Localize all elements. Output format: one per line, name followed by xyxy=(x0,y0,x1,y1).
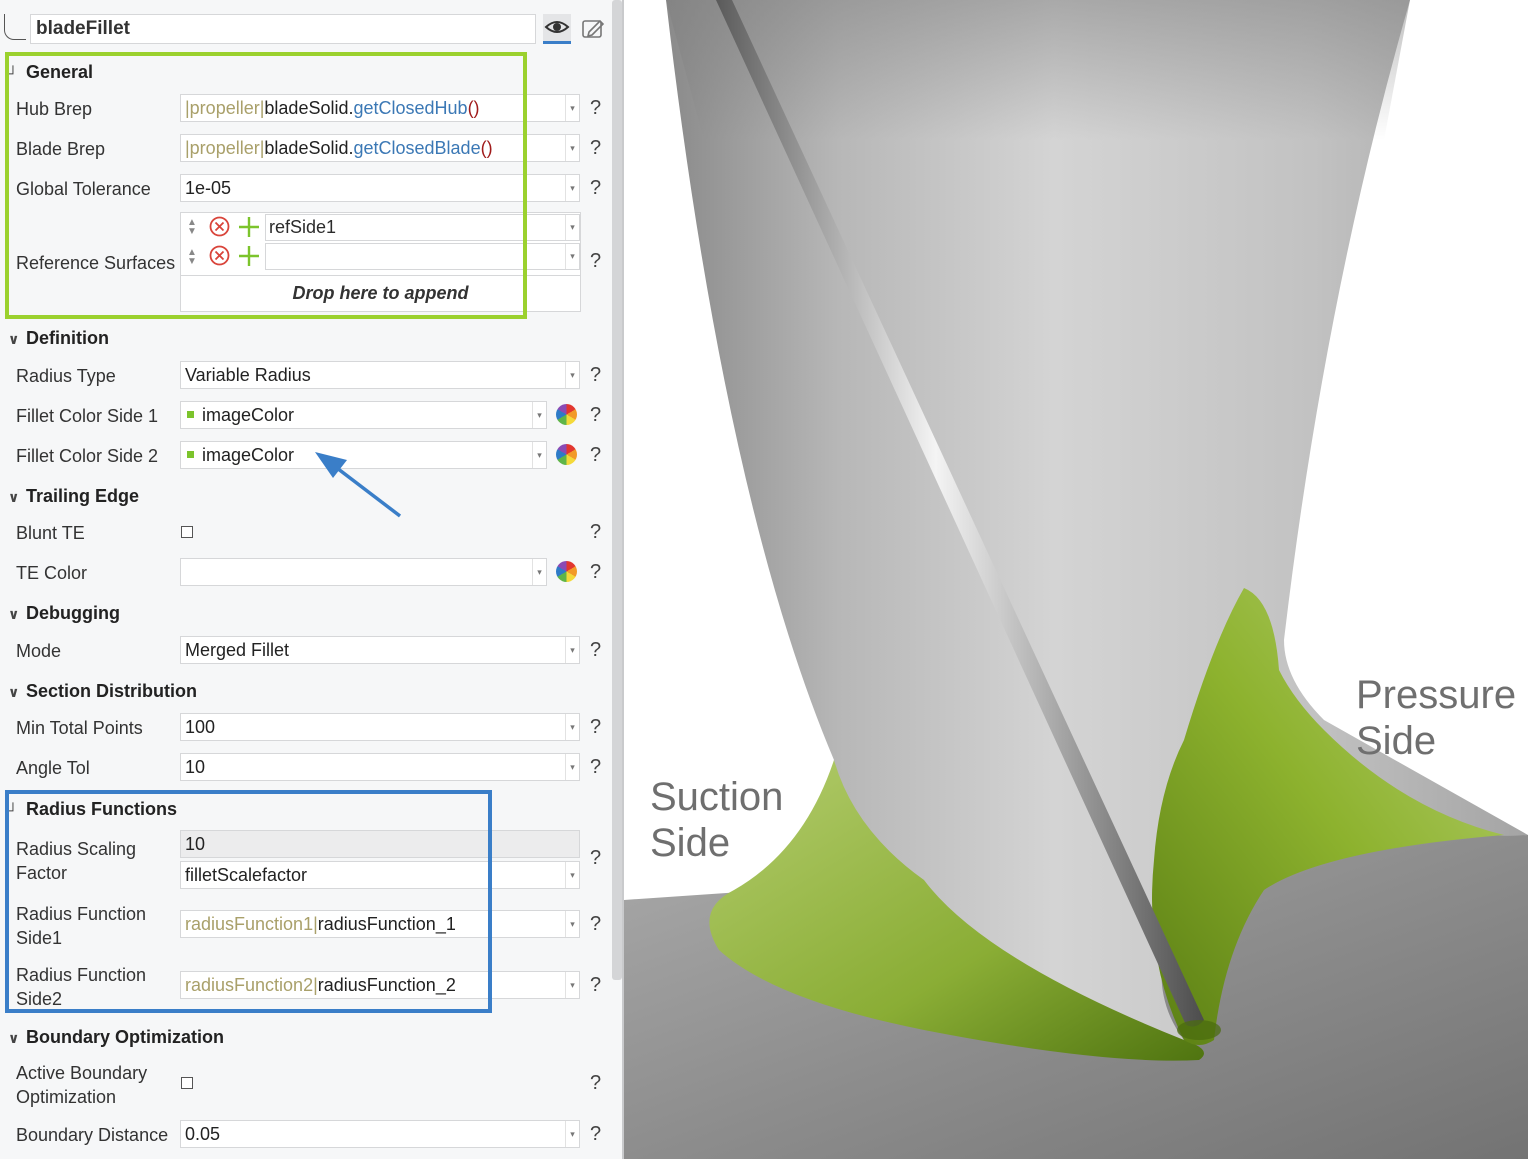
dropdown-arrow-icon[interactable]: ▾ xyxy=(565,175,579,201)
general-highlight-box xyxy=(5,52,527,319)
section-header-debugging[interactable]: ∨ Debugging xyxy=(8,601,120,626)
dropdown-arrow-icon[interactable]: ▾ xyxy=(565,637,579,663)
help-icon[interactable]: ? xyxy=(590,443,601,467)
radius-functions-highlight-box xyxy=(5,790,492,1013)
color-swatch xyxy=(187,411,194,419)
chevron-down-icon: ∨ xyxy=(8,331,20,347)
eye-icon[interactable] xyxy=(543,14,571,44)
active-boundary-optimization-label: Active Boundary Optimization xyxy=(16,1063,148,1107)
color-wheel-icon[interactable] xyxy=(556,404,577,425)
dropdown-arrow-icon[interactable]: ▾ xyxy=(565,754,579,780)
color-wheel-icon[interactable] xyxy=(556,561,577,582)
object-name: bladeFillet xyxy=(36,18,130,39)
section-header-definition[interactable]: ∨ Definition xyxy=(8,326,109,351)
color-swatch xyxy=(187,451,194,459)
suction-side-annotation: Suction Side xyxy=(650,775,784,865)
min-total-points-label: Min Total Points xyxy=(16,718,143,738)
help-icon[interactable]: ? xyxy=(590,520,601,544)
angle-tol-label: Angle Tol xyxy=(16,758,90,778)
pressure-side-annotation: Pressure Side xyxy=(1356,673,1517,763)
dropdown-arrow-icon[interactable]: ▾ xyxy=(565,862,579,888)
dropdown-arrow-icon[interactable]: ▾ xyxy=(532,559,546,585)
help-icon[interactable]: ? xyxy=(590,755,601,779)
dropdown-arrow-icon[interactable]: ▾ xyxy=(565,215,579,240)
help-icon[interactable]: ? xyxy=(590,403,601,427)
property-panel: bladeFillet ┘ General Hub Brep |propeller… xyxy=(0,0,622,1159)
chevron-down-icon: ∨ xyxy=(8,1030,20,1046)
section-header-trailing-edge[interactable]: ∨ Trailing Edge xyxy=(8,484,139,509)
help-icon[interactable]: ? xyxy=(590,363,601,387)
edit-icon[interactable] xyxy=(580,16,606,42)
help-icon[interactable]: ? xyxy=(590,715,601,739)
dropdown-arrow-icon[interactable]: ▾ xyxy=(565,362,579,388)
blunt-te-label: Blunt TE xyxy=(16,523,85,543)
dropdown-arrow-icon[interactable]: ▾ xyxy=(565,135,579,161)
boundary-distance-field[interactable]: 0.05 ▾ xyxy=(180,1120,580,1148)
help-icon[interactable]: ? xyxy=(590,249,601,273)
fillet-color-side-1-field[interactable]: imageColor ▾ xyxy=(180,401,547,429)
mode-select[interactable]: Merged Fillet ▾ xyxy=(180,636,580,664)
dropdown-arrow-icon[interactable]: ▾ xyxy=(565,911,579,937)
fillet-color-side-2-label: Fillet Color Side 2 xyxy=(16,446,159,466)
object-type-icon xyxy=(4,14,26,40)
help-icon[interactable]: ? xyxy=(590,1071,601,1095)
dropdown-arrow-icon[interactable]: ▾ xyxy=(565,714,579,740)
chevron-down-icon: ∨ xyxy=(8,606,20,622)
boundary-distance-label: Boundary Distance xyxy=(16,1125,169,1145)
dropdown-arrow-icon[interactable]: ▾ xyxy=(532,442,546,468)
help-icon[interactable]: ? xyxy=(590,973,601,997)
fillet-color-side-1-label: Fillet Color Side 1 xyxy=(16,406,159,426)
dropdown-arrow-icon[interactable]: ▾ xyxy=(565,244,579,269)
dropdown-arrow-icon[interactable]: ▾ xyxy=(565,95,579,121)
dropdown-arrow-icon[interactable]: ▾ xyxy=(565,1121,579,1147)
color-wheel-icon[interactable] xyxy=(556,444,577,465)
dropdown-arrow-icon[interactable]: ▾ xyxy=(565,972,579,998)
mode-label: Mode xyxy=(16,641,62,661)
help-icon[interactable]: ? xyxy=(590,176,601,200)
radius-type-select[interactable]: Variable Radius ▾ xyxy=(180,361,580,389)
blade-fillet-render xyxy=(624,0,1528,1159)
help-icon[interactable]: ? xyxy=(590,96,601,120)
help-icon[interactable]: ? xyxy=(590,136,601,160)
help-icon[interactable]: ? xyxy=(590,846,601,870)
section-header-section-distribution[interactable]: ∨ Section Distribution xyxy=(8,679,197,704)
help-icon[interactable]: ? xyxy=(590,912,601,936)
dropdown-arrow-icon[interactable]: ▾ xyxy=(532,402,546,428)
angle-tol-field[interactable]: 10 ▾ xyxy=(180,753,580,781)
chevron-down-icon: ∨ xyxy=(8,684,20,700)
active-boundary-optimization-checkbox[interactable] xyxy=(181,1077,193,1089)
object-name-field[interactable]: bladeFillet xyxy=(30,14,536,44)
help-icon[interactable]: ? xyxy=(590,560,601,584)
help-icon[interactable]: ? xyxy=(590,1122,601,1146)
render-viewport[interactable]: Suction Side Pressure Side xyxy=(624,0,1528,1159)
te-color-label: TE Color xyxy=(16,563,88,583)
help-icon[interactable]: ? xyxy=(590,638,601,662)
annotation-arrow xyxy=(315,452,402,518)
section-header-boundary-optimization[interactable]: ∨ Boundary Optimization xyxy=(8,1025,224,1050)
radius-type-label: Radius Type xyxy=(16,366,116,386)
te-color-field[interactable]: ▾ xyxy=(180,558,547,586)
blunt-te-checkbox[interactable] xyxy=(181,526,193,538)
chevron-down-icon: ∨ xyxy=(8,489,20,505)
min-total-points-field[interactable]: 100 ▾ xyxy=(180,713,580,741)
vertical-scrollbar[interactable] xyxy=(612,0,622,980)
